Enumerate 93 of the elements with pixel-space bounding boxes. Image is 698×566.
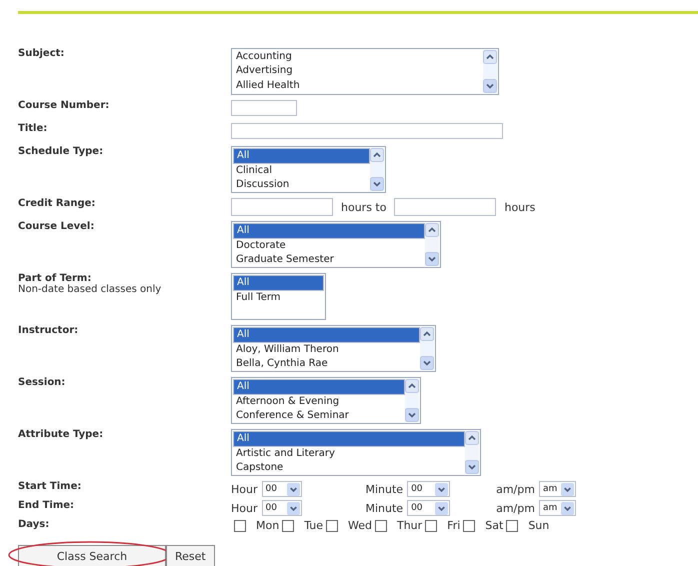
scrollbar[interactable] [483, 50, 497, 93]
list-option[interactable]: Discussion [233, 178, 370, 191]
day-label: Mon [256, 519, 280, 532]
day-label: Thur [396, 519, 422, 532]
scrollbar[interactable] [405, 379, 419, 422]
list-option[interactable]: Artistic and Literary [233, 447, 465, 462]
field-label: Title: [18, 123, 48, 134]
list-option[interactable]: All [233, 275, 324, 291]
list-box[interactable]: All Full Term [231, 273, 326, 320]
credit-field[interactable] [231, 198, 333, 216]
day-label: Tue [304, 519, 323, 532]
list-option[interactable]: All [233, 327, 420, 343]
field-label: End Time: [18, 500, 76, 511]
field-label: Course Number: [18, 100, 110, 111]
form-button[interactable]: Reset [166, 545, 215, 566]
credit-field[interactable] [394, 198, 496, 216]
scrollbar[interactable] [465, 431, 479, 474]
list-option[interactable]: Advertising [233, 64, 483, 79]
field-label: Days: [18, 519, 50, 530]
list-option[interactable]: Clinical [233, 164, 370, 178]
scroll-up-icon[interactable] [465, 431, 479, 445]
checkbox[interactable] [463, 520, 476, 532]
field-label: Schedule Type: [18, 146, 104, 157]
scroll-up-icon[interactable] [420, 327, 434, 341]
scrollbar[interactable] [425, 223, 439, 266]
text-field[interactable] [231, 100, 297, 116]
day-label: Fri [447, 519, 460, 532]
day-label: Sun [528, 519, 550, 532]
field-label: Subject: [18, 48, 66, 59]
checkbox[interactable] [374, 520, 387, 532]
scroll-down-icon[interactable] [425, 252, 439, 266]
list-option[interactable]: All [233, 379, 405, 395]
scrollbar[interactable] [370, 148, 384, 191]
field-label: Start Time: [18, 481, 82, 492]
list-box[interactable]: All Artistic and Literary Capstone [231, 429, 481, 476]
dropdown[interactable]: 00 [262, 481, 302, 497]
list-option[interactable]: Graduate Semester [233, 253, 425, 266]
scroll-up-icon[interactable] [370, 148, 384, 162]
day-label: Wed [348, 519, 372, 532]
list-option[interactable]: All [233, 431, 465, 447]
list-box[interactable]: All Doctorate Graduate Semester [231, 221, 441, 268]
day-label: Sat [485, 519, 504, 532]
list-box[interactable]: Accounting Advertising Allied Health [231, 48, 499, 95]
list-box[interactable]: All Aloy, William Theron Bella, Cynthia Rae [231, 325, 436, 372]
dropdown[interactable]: 00 [407, 481, 450, 497]
field-label: Session: [18, 377, 66, 388]
field-note: Non-date based classes only [18, 284, 162, 295]
list-option[interactable]: Aloy, William Theron [233, 343, 420, 358]
time-label: am/pm [496, 482, 535, 496]
field-label: Course Level: [18, 221, 96, 232]
scroll-up-icon[interactable] [483, 50, 497, 64]
checkbox[interactable] [326, 520, 338, 532]
scroll-down-icon[interactable] [370, 177, 384, 191]
list-option[interactable]: All [233, 148, 370, 164]
checkbox[interactable] [282, 520, 294, 532]
list-option[interactable]: Capstone [233, 461, 465, 474]
dropdown[interactable]: 00 [262, 500, 302, 516]
checkbox[interactable] [506, 520, 518, 532]
scrollbar[interactable] [420, 327, 434, 370]
list-option[interactable]: Doctorate [233, 239, 425, 254]
list-option[interactable]: Conference & Seminar [233, 409, 405, 422]
time-label: am/pm [496, 502, 535, 514]
unit-label: hours [504, 200, 536, 214]
range-label: hours to [341, 200, 386, 214]
list-box[interactable]: All Afternoon & Evening Conference & Seminar [231, 377, 421, 424]
list-option[interactable]: Bella, Cynthia Rae [233, 357, 420, 370]
checkbox[interactable] [425, 520, 438, 532]
list-option[interactable]: Allied Health [233, 78, 483, 93]
dropdown[interactable]: am [538, 500, 576, 516]
list-option[interactable]: Afternoon & Evening [233, 395, 405, 410]
form-button[interactable]: Class Search [18, 545, 166, 566]
list-option[interactable]: All [233, 223, 425, 239]
scroll-up-icon[interactable] [425, 223, 439, 237]
time-label: Hour [231, 482, 258, 496]
scroll-down-icon[interactable] [483, 79, 497, 93]
scroll-down-icon[interactable] [420, 356, 434, 370]
scroll-up-icon[interactable] [405, 379, 419, 393]
list-option[interactable]: Accounting [233, 50, 483, 64]
scroll-down-icon[interactable] [465, 460, 479, 474]
field-label: Credit Range: [18, 198, 96, 209]
field-label: Part of Term: [18, 273, 92, 284]
text-field[interactable] [231, 123, 503, 139]
list-option[interactable]: Full Term [233, 291, 324, 306]
list-box[interactable]: All Clinical Discussion [231, 146, 386, 193]
field-label: Attribute Type: [18, 429, 104, 440]
dropdown[interactable]: 00 [407, 500, 450, 516]
dropdown[interactable]: am [538, 481, 576, 497]
scroll-down-icon[interactable] [405, 408, 419, 422]
time-label: Hour [231, 502, 258, 514]
field-label: Instructor: [18, 325, 80, 336]
time-label: Minute [366, 482, 404, 496]
time-label: Minute [366, 502, 404, 514]
checkbox[interactable] [234, 520, 246, 532]
